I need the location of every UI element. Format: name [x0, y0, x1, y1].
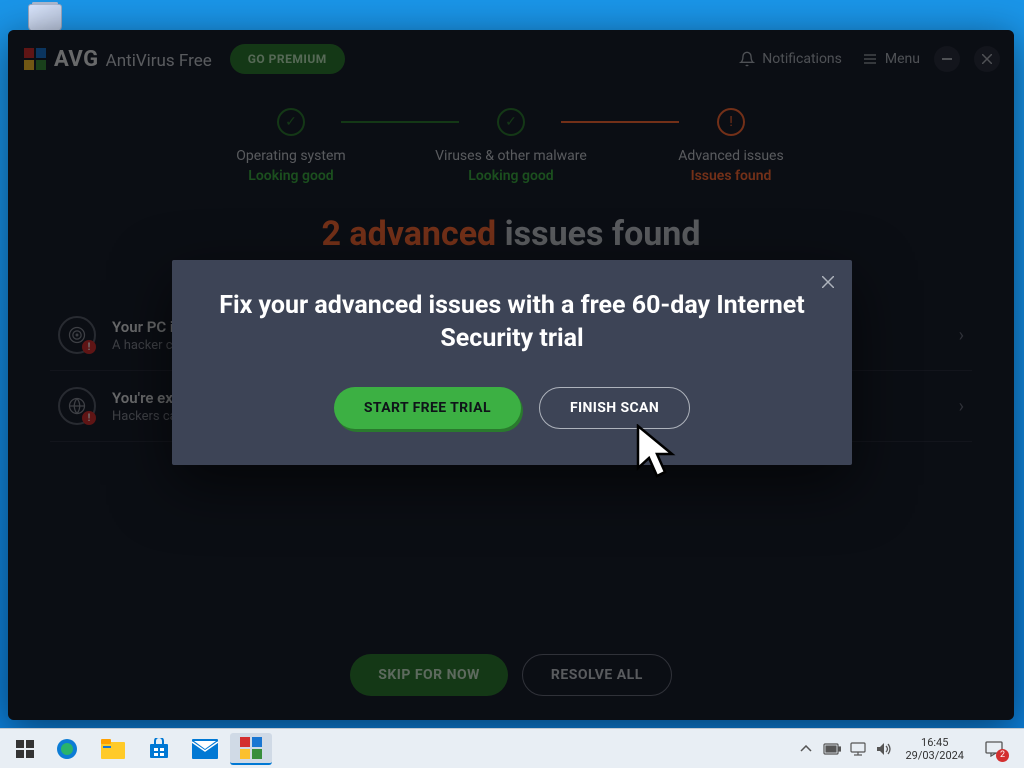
system-tray: 16:45 29/03/2024 2: [797, 733, 1018, 765]
notification-badge: 2: [996, 749, 1009, 762]
modal-title: Fix your advanced issues with a free 60-…: [212, 290, 812, 355]
taskbar-clock[interactable]: 16:45 29/03/2024: [905, 736, 964, 762]
taskbar-app-avg[interactable]: [230, 733, 272, 765]
clock-date: 29/03/2024: [905, 749, 964, 762]
taskbar-app-store[interactable]: [138, 733, 180, 765]
start-free-trial-button[interactable]: START FREE TRIAL: [334, 387, 521, 429]
taskbar-app-explorer[interactable]: [92, 733, 134, 765]
taskbar: 16:45 29/03/2024 2: [0, 728, 1024, 768]
action-center-button[interactable]: 2: [976, 733, 1012, 765]
start-button[interactable]: [6, 733, 44, 765]
modal-close-button[interactable]: [818, 272, 838, 292]
tray-battery-icon[interactable]: [823, 743, 841, 755]
finish-scan-button[interactable]: FINISH SCAN: [539, 387, 690, 429]
clock-time: 16:45: [905, 736, 964, 749]
tray-network-icon[interactable]: [849, 742, 867, 756]
tray-chevron-icon[interactable]: [797, 745, 815, 753]
tray-volume-icon[interactable]: [875, 742, 893, 756]
trial-modal: Fix your advanced issues with a free 60-…: [172, 260, 852, 465]
taskbar-app-edge[interactable]: [46, 733, 88, 765]
taskbar-app-mail[interactable]: [184, 733, 226, 765]
